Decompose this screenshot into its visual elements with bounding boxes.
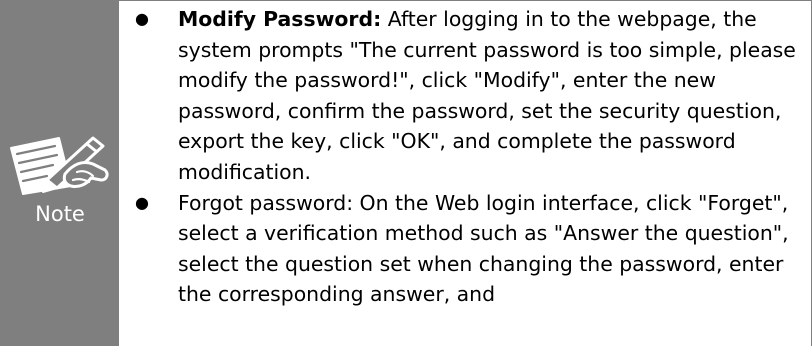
note-box: Note ● Modify Password: After logging in… — [0, 0, 812, 346]
bullet-list: ● Modify Password: After logging in to t… — [119, 1, 811, 310]
note-pencil-icon — [10, 136, 109, 195]
list-item-modify-password: ● Modify Password: After logging in to t… — [119, 1, 811, 188]
note-label: Note — [35, 202, 85, 226]
note-sidebar: Note — [1, 0, 119, 346]
list-item-forgot-password: ● Forgot password: On the Web login inte… — [119, 188, 811, 310]
bullet-title: Modify Password: — [178, 7, 382, 31]
bullet-marker: ● — [135, 9, 149, 28]
bullet-text: Forgot password: On the Web login interf… — [178, 190, 789, 307]
note-content: ● Modify Password: After logging in to t… — [119, 0, 811, 346]
bullet-marker: ● — [135, 192, 149, 212]
bullet-text: After logging in to the webpage, the sys… — [178, 7, 796, 184]
